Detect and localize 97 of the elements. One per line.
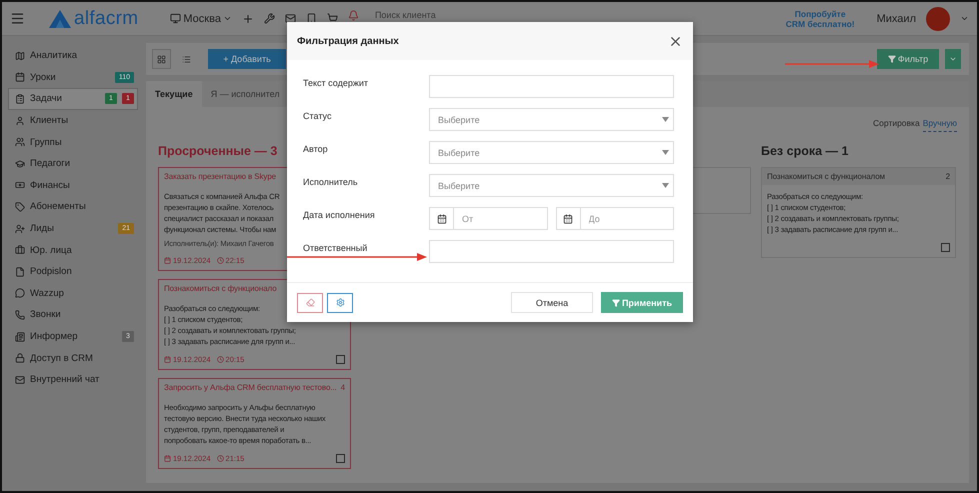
calendar-icon <box>563 214 573 224</box>
caret-icon <box>222 14 232 23</box>
sidebar-item[interactable]: Группы <box>8 131 138 153</box>
user-name[interactable]: Михаил <box>876 12 916 24</box>
dropdown-triangle-icon <box>662 150 669 155</box>
clock-icon <box>216 356 224 363</box>
tab[interactable]: Текущие <box>146 81 202 107</box>
tab[interactable]: Я — исполнител <box>202 81 289 107</box>
task-checkbox[interactable] <box>941 243 950 252</box>
task-title[interactable]: Заказать презентацию в Skype <box>164 172 276 181</box>
field-label: Автор <box>303 144 328 155</box>
calendar-icon <box>164 356 171 363</box>
settings-button[interactable] <box>327 292 353 312</box>
column-title: Просроченные — 3 <box>158 144 278 159</box>
clipboard-icon <box>15 94 25 104</box>
monitor-icon <box>170 13 182 24</box>
sort-link[interactable]: Вручную <box>922 118 957 132</box>
add-button[interactable]: + Добавить <box>208 49 286 69</box>
menu-icon[interactable] <box>10 11 25 26</box>
calendar-icon <box>164 257 171 264</box>
calendar-button[interactable] <box>556 207 580 230</box>
field-label: Статус <box>303 111 332 122</box>
dialog-title: Фильтрация данных <box>297 36 399 46</box>
mail-icon[interactable] <box>284 13 296 24</box>
date-field[interactable]: До <box>580 207 674 230</box>
phone-icon <box>15 310 25 320</box>
brand-name: alfacrm <box>74 8 138 30</box>
chat-icon <box>15 288 25 298</box>
cancel-button[interactable]: Отмена <box>511 292 593 313</box>
eraser-button[interactable] <box>297 292 323 312</box>
sidebar-item[interactable]: Внутренний чат <box>8 368 138 390</box>
search-field[interactable]: Поиск клиента <box>374 10 436 20</box>
task-card[interactable] <box>158 378 351 469</box>
calendar-icon <box>436 214 446 224</box>
users-icon <box>15 137 25 148</box>
calendar-icon <box>164 455 171 462</box>
clock-icon <box>216 455 224 462</box>
calendar-icon <box>15 72 25 82</box>
task-title[interactable]: Запросить у Альфа CRM бесплатную тестово... <box>164 383 337 392</box>
avatar[interactable] <box>926 6 950 30</box>
promo-link[interactable]: Попробуйте CRM бесплатно! <box>786 8 855 28</box>
task-title[interactable]: Познакомиться с функционало <box>164 284 277 293</box>
filter-button[interactable]: Фильтр <box>877 49 939 69</box>
select-field[interactable]: Выберите <box>429 108 674 131</box>
task-title[interactable]: Познакомиться с функционалом <box>767 172 885 181</box>
task-number: 2 <box>946 172 950 181</box>
select-field[interactable]: Выберите <box>429 174 674 197</box>
branch-dropdown[interactable]: Москва <box>170 12 232 24</box>
caret-icon <box>949 55 957 63</box>
eraser-icon <box>306 298 314 307</box>
banknote-icon <box>15 180 25 190</box>
lock-icon <box>15 353 25 364</box>
sidebar-item[interactable]: Финансы <box>8 174 138 196</box>
sidebar-item[interactable]: Педагоги <box>8 152 138 175</box>
sidebar-item[interactable]: Звонки <box>8 304 138 326</box>
dropdown-triangle-icon <box>662 117 669 122</box>
user-icon <box>15 116 25 126</box>
calendar-button[interactable] <box>429 207 454 230</box>
sidebar-item[interactable]: Абонементы <box>8 196 138 218</box>
sidebar-item[interactable]: Юр. лица <box>8 239 138 261</box>
grid-icon <box>157 54 166 64</box>
sidebar-item[interactable]: Клиенты <box>8 110 138 132</box>
tag-icon <box>15 202 25 212</box>
sidebar-item[interactable]: Podpislon <box>8 260 138 283</box>
select-field[interactable]: Выберите <box>429 141 674 164</box>
text-field[interactable] <box>429 75 674 98</box>
column-title: Без срока — 1 <box>761 144 848 159</box>
newspaper-icon <box>15 332 25 342</box>
board-view-button[interactable] <box>152 49 171 69</box>
plus-icon[interactable] <box>242 12 254 24</box>
field-label: Текст содержит <box>303 78 368 89</box>
logo-icon <box>49 10 71 28</box>
caret-icon[interactable] <box>960 14 969 23</box>
settings-icon <box>336 298 344 307</box>
wrench-icon[interactable] <box>264 13 275 24</box>
list-icon <box>182 54 191 64</box>
text-field[interactable] <box>429 240 674 263</box>
dropdown-triangle-icon <box>662 183 669 188</box>
graduation-cap-icon <box>15 158 25 169</box>
task-checkbox[interactable] <box>336 454 345 463</box>
task-number: 4 <box>340 383 346 392</box>
task-checkbox[interactable] <box>336 355 345 364</box>
sidebar-item[interactable]: Доступ в CRM <box>8 347 138 369</box>
sidebar-item[interactable]: Аналитика <box>8 45 138 67</box>
sort-label: Сортировка <box>873 118 920 130</box>
briefcase-icon <box>15 245 25 256</box>
map-icon <box>15 50 25 61</box>
filter-icon <box>612 298 620 306</box>
date-field[interactable]: От <box>454 207 548 230</box>
apply-button[interactable]: Применить <box>601 292 683 313</box>
file-icon <box>15 266 25 277</box>
bell-icon[interactable] <box>348 10 359 21</box>
mail-icon <box>15 374 25 385</box>
user-plus-icon <box>15 224 25 234</box>
clock-icon <box>216 257 224 264</box>
sidebar-item[interactable]: Wazzup <box>8 282 138 304</box>
filter-icon <box>888 55 896 63</box>
